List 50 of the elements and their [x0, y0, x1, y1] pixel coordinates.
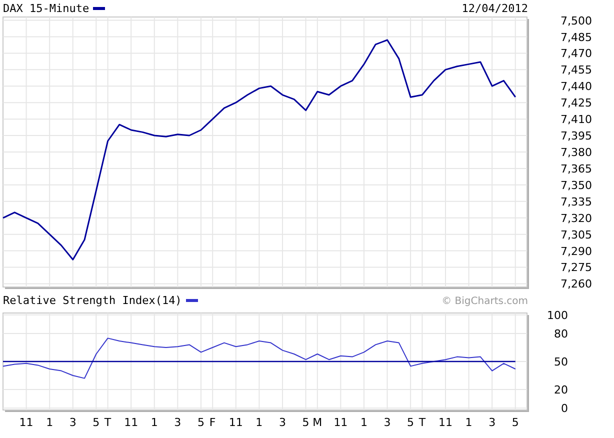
x-tick-label: T	[418, 416, 426, 429]
x-tick-label: 11	[19, 416, 34, 429]
y-tick-label: 7,425	[560, 96, 592, 110]
x-tick-label: 3	[69, 416, 76, 429]
x-tick-label: 3	[278, 416, 286, 429]
x-tick-label: T	[104, 416, 112, 429]
y-tick-label: 7,410	[560, 113, 592, 126]
x-tick-label: M	[312, 416, 322, 429]
y-tick-label: 80	[554, 328, 568, 341]
y-tick-label: 7,305	[560, 228, 592, 242]
x-tick-label: 11	[438, 416, 452, 429]
y-tick-label: 7,275	[560, 261, 592, 274]
y-tick-label: 20	[554, 383, 568, 396]
y-tick-label: 100	[547, 309, 568, 322]
y-tick-label: 7,365	[560, 162, 592, 176]
x-tick-label: 5	[302, 416, 310, 429]
x-tick-label: 3	[384, 416, 391, 429]
chart-title: Relative Strength Index(14)	[3, 294, 182, 307]
y-tick-label: 7,380	[560, 146, 592, 159]
x-tick-label: 3	[174, 416, 182, 429]
x-tick-label: 5	[407, 416, 414, 429]
y-tick-label: 7,260	[560, 278, 592, 290]
x-tick-label: 1	[360, 416, 368, 429]
x-tick-label: 5	[512, 416, 519, 429]
y-tick-label: 7,500	[560, 16, 592, 28]
copyright-text: © BigCharts.com	[442, 296, 528, 307]
x-tick-label: 1	[150, 416, 158, 429]
x-tick-label: 1	[256, 416, 263, 429]
chart-date: 12/04/2012	[462, 2, 528, 14]
y-tick-label: 7,485	[560, 30, 592, 44]
y-tick-label: 7,440	[560, 80, 592, 94]
x-tick-label: 1	[46, 416, 54, 429]
y-tick-label: 7,455	[560, 64, 592, 77]
x-tick-label: 5	[92, 416, 100, 429]
x-tick-label: 5	[197, 416, 204, 429]
y-tick-label: 0	[561, 402, 568, 416]
chart-title: DAX 15-Minute	[3, 2, 90, 14]
y-tick-label: 50	[554, 356, 568, 368]
y-tick-label: 7,290	[560, 244, 592, 258]
x-tick-label: 11	[124, 416, 138, 429]
x-tick-label: 11	[334, 416, 348, 429]
x-tick-label: 3	[488, 416, 496, 429]
y-tick-label: 7,350	[560, 178, 592, 192]
y-tick-label: 7,320	[560, 212, 592, 225]
y-tick-label: 7,335	[560, 195, 592, 208]
x-tick-label: 1	[465, 416, 472, 429]
y-tick-label: 7,395	[560, 130, 592, 143]
x-tick-label: F	[209, 416, 216, 429]
x-tick-label: 11	[228, 416, 243, 429]
y-tick-label: 7,470	[560, 47, 592, 60]
